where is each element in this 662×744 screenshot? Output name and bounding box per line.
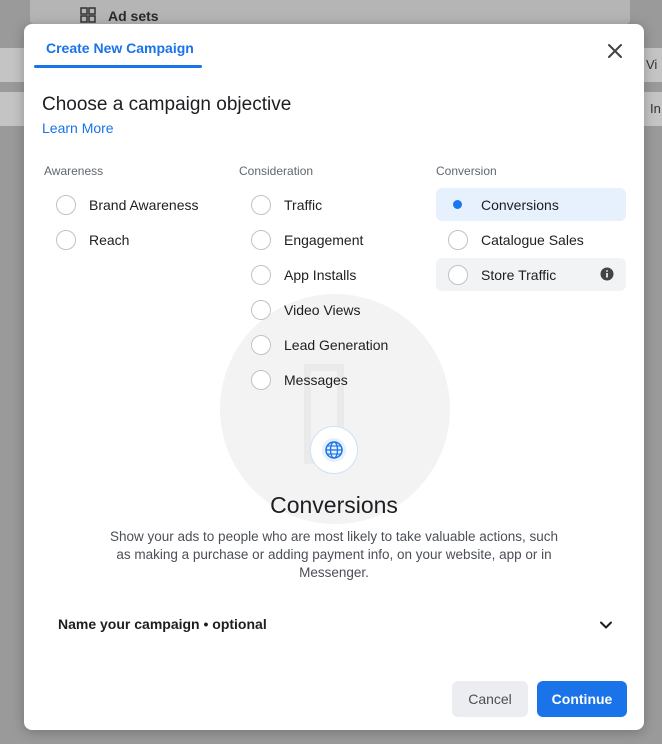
radio-button[interactable] [56, 229, 76, 250]
background-left-tab [0, 48, 24, 82]
objective-traffic[interactable]: Traffic [239, 188, 429, 221]
column-heading: Conversion [436, 164, 497, 178]
objective-label: Brand Awareness [89, 196, 199, 213]
objective-label: Conversions [481, 196, 559, 213]
objective-label: Engagement [284, 231, 364, 248]
objective-app-installs[interactable]: App Installs [239, 258, 429, 291]
objective-video-views[interactable]: Video Views [239, 293, 429, 326]
background-left-tab [0, 92, 24, 126]
grid-icon [80, 7, 96, 23]
objective-detail-description: Show your ads to people who are most lik… [110, 529, 558, 580]
objective-catalogue-sales[interactable]: Catalogue Sales [436, 223, 626, 256]
radio-button[interactable] [251, 299, 271, 320]
close-icon[interactable] [604, 40, 626, 62]
objective-label: Lead Generation [284, 336, 389, 353]
radio-button[interactable] [251, 369, 271, 390]
objective-engagement[interactable]: Engagement [239, 223, 429, 256]
name-campaign-toggle[interactable]: Name your campaign • optional [58, 614, 614, 638]
radio-button[interactable] [251, 229, 271, 250]
objective-label: Store Traffic [481, 266, 557, 283]
column-heading: Consideration [239, 164, 314, 178]
objective-label: Traffic [284, 196, 323, 213]
radio-button-selected[interactable] [448, 194, 468, 215]
objective-label: App Installs [284, 266, 357, 283]
objective-detail-title: Conversions [270, 492, 398, 518]
tab-label: Create New Campaign [46, 40, 194, 56]
objective-label: Catalogue Sales [481, 231, 584, 248]
radio-button[interactable] [448, 264, 468, 285]
modal-title: Choose a campaign objective [42, 94, 292, 115]
adsets-label: Ad sets [108, 8, 159, 24]
objective-label: Video Views [284, 301, 361, 318]
name-campaign-label: Name your campaign • optional [58, 616, 267, 632]
info-icon[interactable] [600, 267, 614, 281]
conversion-column: Conversion Conversions Catalogue Sales S… [436, 164, 626, 291]
globe-icon [310, 426, 358, 474]
create-campaign-modal: Create New Campaign Choose a campaign ob… [24, 24, 644, 730]
objective-label: Messages [284, 371, 348, 388]
background-header: Ad sets [30, 0, 630, 24]
radio-button[interactable] [56, 194, 76, 215]
objective-conversions[interactable]: Conversions [436, 188, 626, 221]
objective-lead-generation[interactable]: Lead Generation [239, 328, 429, 361]
column-heading: Awareness [44, 164, 104, 178]
objective-label: Reach [89, 231, 130, 248]
radio-button[interactable] [448, 229, 468, 250]
radio-button[interactable] [251, 264, 271, 285]
consideration-column: Consideration Traffic Engagement App Ins… [239, 164, 429, 396]
objective-brand-awareness[interactable]: Brand Awareness [44, 188, 234, 221]
objective-store-traffic[interactable]: Store Traffic [436, 258, 626, 291]
chevron-down-icon[interactable] [598, 617, 614, 633]
radio-button[interactable] [251, 334, 271, 355]
tab-underline [34, 65, 202, 68]
objective-messages[interactable]: Messages [239, 363, 429, 396]
radio-button[interactable] [251, 194, 271, 215]
tab-create-campaign[interactable]: Create New Campaign [34, 38, 202, 68]
cancel-button[interactable]: Cancel [452, 681, 528, 717]
learn-more-link[interactable]: Learn More [42, 120, 114, 136]
awareness-column: Awareness Brand Awareness Reach [44, 164, 234, 256]
continue-button[interactable]: Continue [537, 681, 627, 717]
objective-reach[interactable]: Reach [44, 223, 234, 256]
